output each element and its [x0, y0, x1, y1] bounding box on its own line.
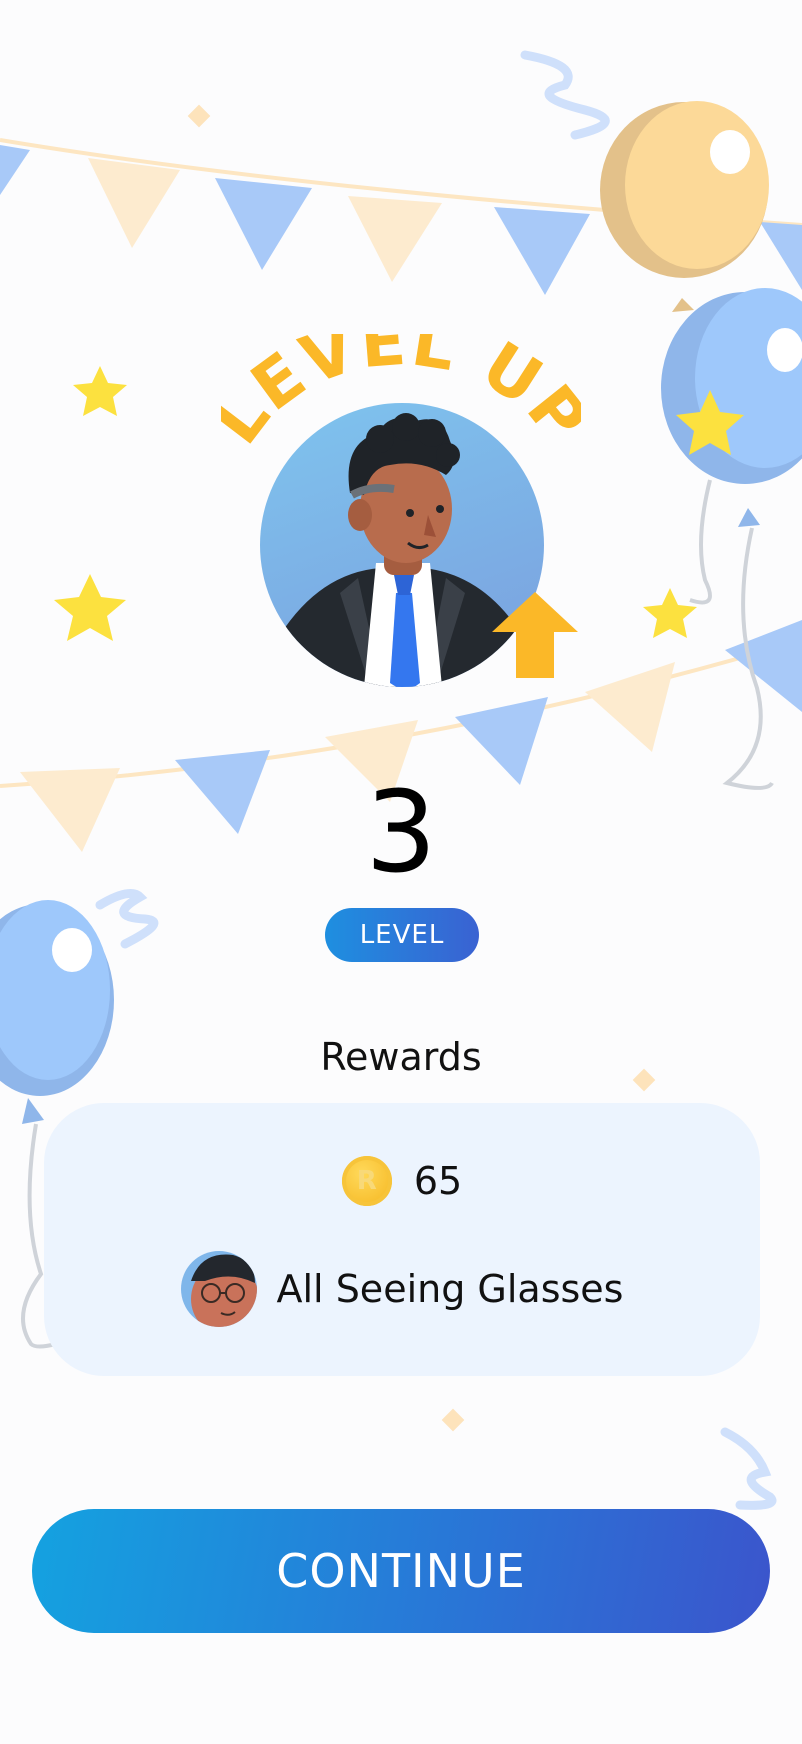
- star-icon: [73, 366, 127, 416]
- star-icon: [54, 574, 126, 641]
- level-badge: LEVEL: [325, 908, 479, 962]
- rewards-heading: Rewards: [320, 1035, 482, 1079]
- balloon-icon: [661, 288, 802, 790]
- coin-icon: R: [341, 1156, 392, 1206]
- item-reward-name: All Seeing Glasses: [276, 1267, 624, 1311]
- rewards-card: R 65 All Seeing Glasses: [44, 1103, 760, 1376]
- up-arrow-icon: [492, 592, 578, 678]
- coin-amount: 65: [413, 1159, 463, 1203]
- continue-button[interactable]: CONTINUE: [32, 1509, 770, 1633]
- item-reward-row: All Seeing Glasses: [44, 1249, 760, 1329]
- level-number: 3: [365, 768, 437, 898]
- glasses-avatar-icon: [180, 1251, 257, 1327]
- balloon-icon: [600, 101, 769, 312]
- coin-reward-row: R 65: [44, 1151, 760, 1211]
- star-icon: [643, 588, 697, 638]
